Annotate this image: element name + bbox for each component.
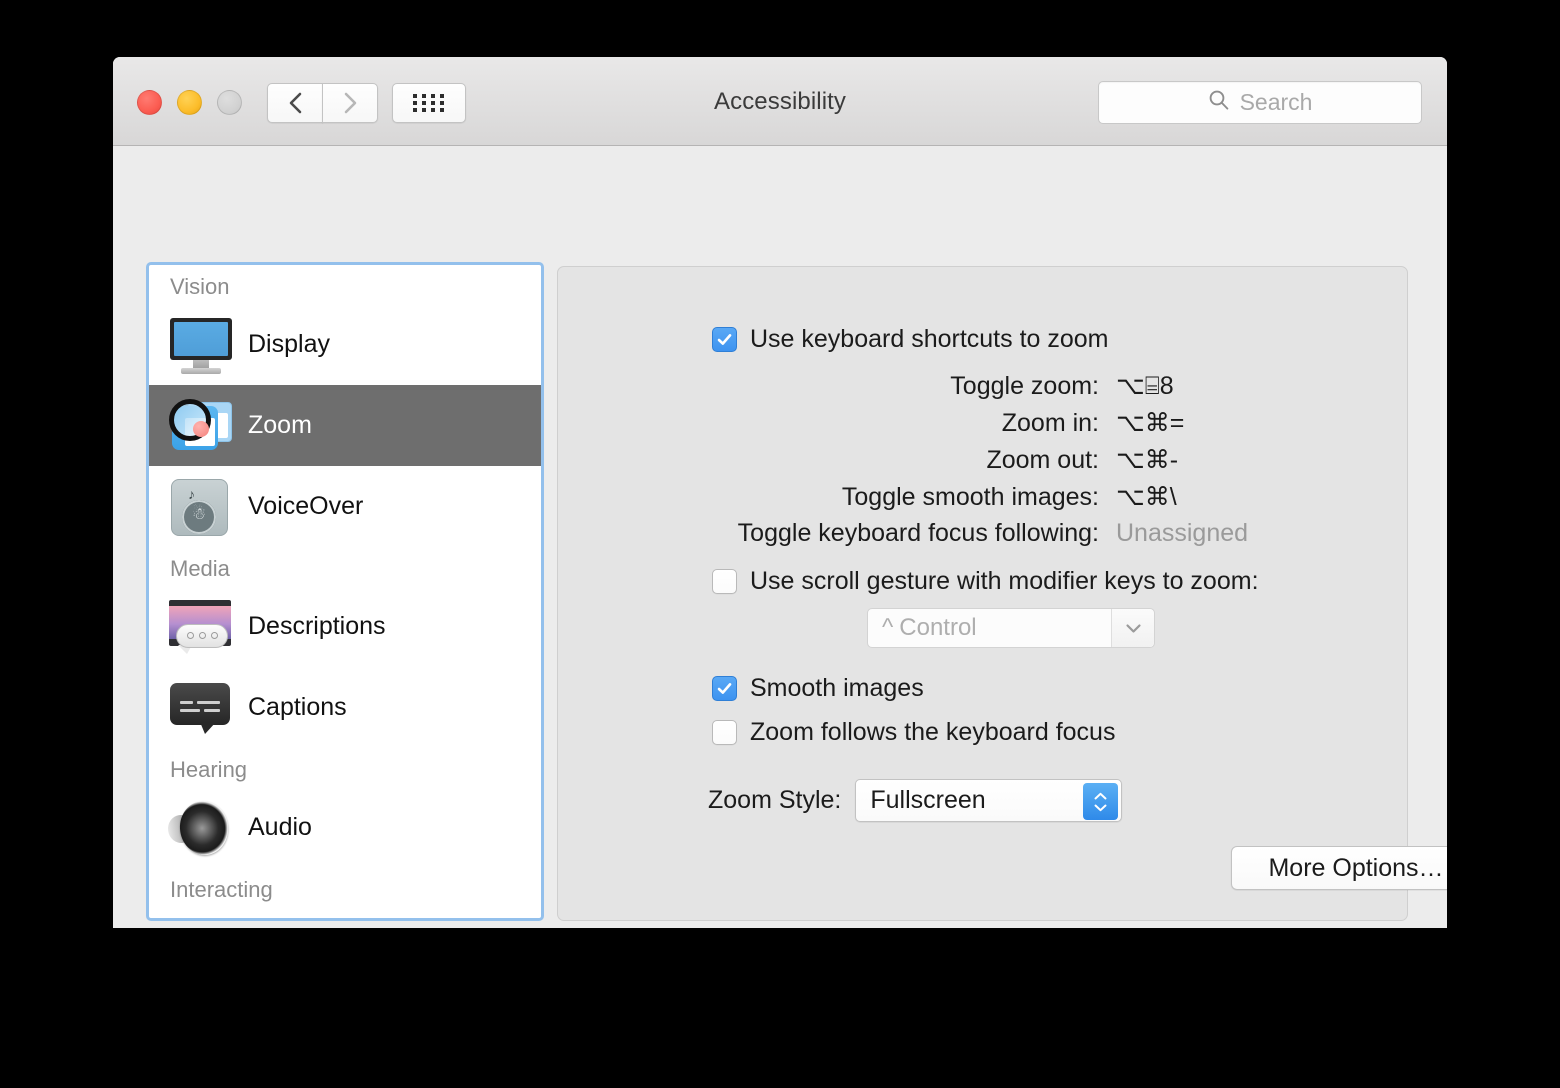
sidebar-group-header-vision: Vision: [170, 274, 230, 299]
checkbox-label: Use scroll gesture with modifier keys to…: [750, 567, 1259, 595]
use-scroll-gesture-checkbox[interactable]: Use scroll gesture with modifier keys to…: [712, 567, 1259, 596]
sidebar-item-label: VoiceOver: [248, 492, 364, 520]
sidebar-group-header-interacting: Interacting: [170, 877, 273, 902]
shortcut-name: Zoom in:: [1001, 409, 1099, 437]
sidebar-item-label: Audio: [248, 813, 312, 841]
more-options-button[interactable]: More Options…: [1231, 846, 1447, 890]
sidebar-item-voiceover[interactable]: ♪ ☃ VoiceOver: [149, 466, 541, 547]
sidebar-item-label: Display: [248, 330, 330, 358]
shortcut-key: ⌥⌘=: [1116, 409, 1185, 437]
keyboard-shortcut-list: Toggle zoom: ⌥⌸8 Zoom in: ⌥⌘= Zoom out: …: [558, 371, 1284, 556]
modifier-key-text: Control: [899, 614, 977, 641]
shortcut-key: ⌥⌘-: [1116, 446, 1179, 474]
modifier-key-value: ^ Control: [868, 614, 1111, 642]
search-input[interactable]: Search: [1098, 81, 1422, 124]
descriptions-icon: [166, 596, 236, 658]
sidebar-item-captions[interactable]: Captions: [149, 667, 541, 748]
zoom-style-row: Zoom Style: Fullscreen: [708, 779, 1123, 822]
shortcut-row: Toggle smooth images: ⌥⌘\: [558, 482, 1284, 519]
checkbox-unchecked-icon: [712, 569, 737, 594]
shortcut-row: Toggle keyboard focus following: Unassig…: [558, 519, 1284, 556]
preferences-window: Accessibility Search Vision Display Zoom…: [113, 57, 1447, 928]
shortcut-row: Toggle zoom: ⌥⌸8: [558, 371, 1284, 408]
shortcut-name: Toggle keyboard focus following:: [737, 519, 1099, 547]
audio-icon: [166, 797, 236, 859]
use-keyboard-shortcuts-checkbox[interactable]: Use keyboard shortcuts to zoom: [712, 325, 1109, 354]
accessibility-feature-list[interactable]: Vision Display Zoom ♪ ☃ VoiceOver Media …: [146, 262, 544, 921]
sidebar-item-zoom[interactable]: Zoom: [149, 385, 541, 466]
shortcut-key: Unassigned: [1116, 519, 1249, 547]
window-body: Vision Display Zoom ♪ ☃ VoiceOver Media …: [113, 146, 1447, 927]
captions-icon: [166, 677, 236, 739]
zoom-style-label: Zoom Style:: [708, 786, 842, 814]
sidebar-item-audio[interactable]: Audio: [149, 787, 541, 868]
smooth-images-checkbox[interactable]: Smooth images: [712, 674, 924, 703]
modifier-key-select[interactable]: ^ Control: [867, 608, 1155, 648]
voiceover-icon: ♪ ☃: [166, 476, 236, 538]
checkbox-checked-icon: [712, 327, 737, 352]
sidebar-item-label: Captions: [248, 693, 347, 721]
zoom-follows-keyboard-focus-checkbox[interactable]: Zoom follows the keyboard focus: [712, 718, 1115, 747]
shortcut-name: Zoom out:: [986, 446, 1099, 474]
sidebar-group-header-hearing: Hearing: [170, 757, 248, 782]
search-placeholder: Search: [1239, 89, 1313, 115]
sidebar-item-descriptions[interactable]: Descriptions: [149, 586, 541, 667]
window-titlebar: Accessibility Search: [113, 57, 1447, 146]
sidebar-item-label: Descriptions: [248, 612, 386, 640]
zoom-settings-panel: Use keyboard shortcuts to zoom Toggle zo…: [557, 266, 1447, 921]
sidebar-group-header-media: Media: [170, 556, 230, 581]
shortcut-row: Zoom in: ⌥⌘=: [558, 408, 1284, 445]
shortcut-key: ⌥⌘\: [1116, 483, 1177, 511]
zoom-style-select[interactable]: Fullscreen: [855, 779, 1123, 822]
chevron-down-icon[interactable]: [1111, 609, 1154, 647]
checkbox-label: Use keyboard shortcuts to zoom: [750, 325, 1109, 353]
checkbox-unchecked-icon: [712, 720, 737, 745]
shortcut-key: ⌥⌸8: [1116, 372, 1174, 400]
checkbox-label: Zoom follows the keyboard focus: [750, 718, 1116, 746]
checkbox-label: Smooth images: [750, 674, 924, 702]
stepper-arrows-icon[interactable]: [1083, 783, 1119, 820]
shortcut-name: Toggle smooth images:: [841, 483, 1099, 511]
sidebar-item-display[interactable]: Display: [149, 304, 541, 385]
sidebar-item-label: Zoom: [248, 411, 312, 439]
control-glyph-icon: ^: [882, 614, 894, 641]
checkbox-checked-icon: [712, 676, 737, 701]
zoom-icon: [166, 395, 236, 457]
display-icon: [166, 314, 236, 376]
search-icon: [1208, 89, 1230, 116]
shortcut-row: Zoom out: ⌥⌘-: [558, 445, 1284, 482]
zoom-style-value: Fullscreen: [870, 786, 986, 814]
shortcut-name: Toggle zoom:: [950, 372, 1099, 400]
